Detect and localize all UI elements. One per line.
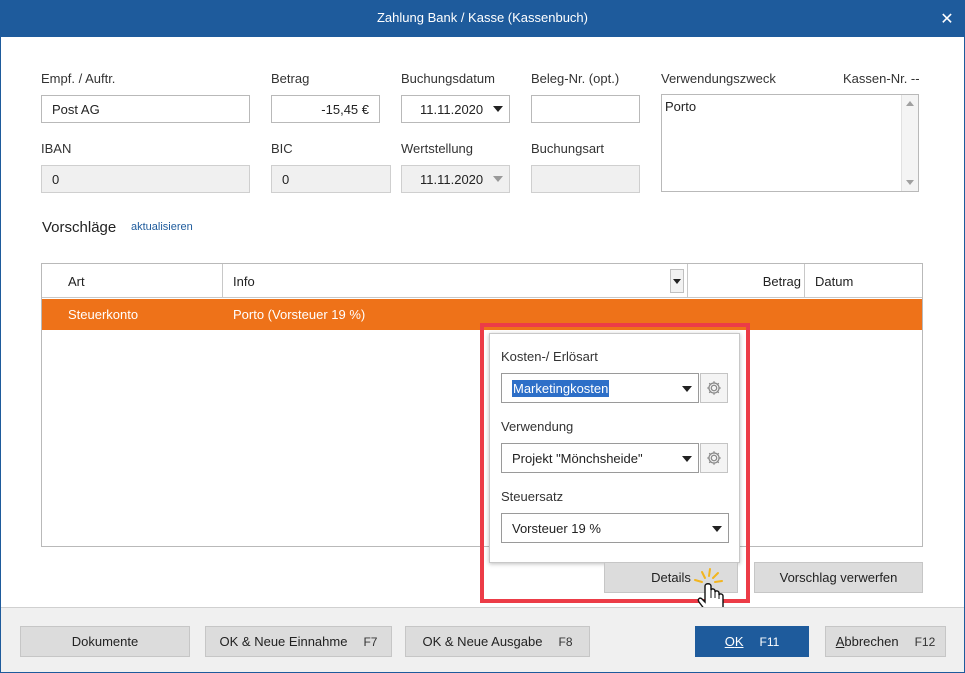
ok-neue-einnahme-label: OK & Neue Einnahme (219, 634, 348, 649)
abbrechen-button[interactable]: Abbrechen F12 (825, 626, 946, 657)
iban-field: 0 (41, 165, 250, 193)
row-info: Porto (Vorsteuer 19 %) (233, 307, 366, 322)
abbrechen-label-rest: bbrechen (844, 634, 899, 649)
kosten-value: Marketingkosten (512, 379, 610, 397)
gear-icon[interactable] (700, 373, 728, 403)
wertstellung-label: Wertstellung (401, 141, 474, 156)
ok-neue-einnahme-button[interactable]: OK & Neue Einnahme F7 (205, 626, 392, 657)
betrag-label: Betrag (271, 71, 310, 86)
row-art: Steuerkonto (68, 307, 139, 322)
buchungsdatum-field[interactable]: 11.11.2020 (401, 95, 510, 123)
chevron-down-icon (493, 176, 503, 182)
buchungsart-field (531, 165, 640, 193)
f12-shortcut: F12 (914, 634, 936, 649)
betrag-value: -15,45 € (321, 101, 369, 117)
table-row[interactable]: Steuerkonto Porto (Vorsteuer 19 %) (42, 299, 922, 330)
ok-label: OK (725, 634, 744, 649)
verwendungszweck-label: Verwendungszweck (661, 71, 776, 86)
f7-shortcut: F7 (363, 634, 378, 649)
title-bar: Zahlung Bank / Kasse (Kassenbuch) ✕ (0, 0, 965, 37)
kosten-label: Kosten-/ Erlösart (501, 349, 598, 364)
verwendung-value: Projekt "Mönchsheide" (512, 450, 643, 466)
ok-mnemonic: O (724, 634, 735, 649)
details-popup: Kosten-/ Erlösart Marketingkosten Verwen… (489, 333, 740, 563)
f11-shortcut: F11 (759, 634, 780, 649)
ok-neue-ausgabe-label: OK & Neue Ausgabe (422, 634, 543, 649)
bic-value: 0 (282, 171, 290, 187)
vorschlaege-table: Art Info Betrag Datum Steuerkonto Porto … (41, 263, 923, 547)
gear-icon[interactable] (700, 443, 728, 473)
close-icon[interactable]: ✕ (929, 0, 965, 37)
steuersatz-select[interactable]: Vorsteuer 19 % (501, 513, 729, 543)
iban-value: 0 (52, 171, 60, 187)
column-header-datum[interactable]: Datum (804, 264, 922, 298)
kosten-select[interactable]: Marketingkosten (501, 373, 699, 403)
window-title: Zahlung Bank / Kasse (Kassenbuch) (376, 10, 588, 25)
column-header-betrag[interactable]: Betrag (687, 264, 802, 298)
iban-label: IBAN (41, 141, 72, 156)
vorschlaege-title: Vorschläge (42, 219, 117, 236)
beleg-label: Beleg-Nr. (opt.) (531, 71, 620, 86)
buchungsdatum-label: Buchungsdatum (401, 71, 495, 86)
aktualisieren-link[interactable]: aktualisieren (131, 221, 193, 233)
chevron-down-icon[interactable] (493, 106, 503, 112)
wertstellung-value: 11.11.2020 (420, 171, 484, 187)
table-header: Art Info Betrag Datum (42, 264, 922, 298)
dokumente-button[interactable]: Dokumente (20, 626, 190, 657)
empf-field[interactable]: Post AG (41, 95, 250, 123)
steuersatz-label: Steuersatz (501, 489, 564, 504)
verwendungszweck-field[interactable]: Porto (661, 94, 919, 192)
abbrechen-label: Abbrechen (836, 634, 899, 649)
betrag-field[interactable]: -15,45 € (271, 95, 380, 123)
empf-label: Empf. / Auftr. (41, 71, 116, 86)
scroll-down-icon[interactable] (906, 180, 914, 185)
column-header-info[interactable]: Info (222, 264, 687, 298)
column-header-art[interactable]: Art (68, 264, 85, 298)
vorschlag-verwerfen-button[interactable]: Vorschlag verwerfen (754, 562, 923, 593)
beleg-field[interactable] (531, 95, 640, 123)
verwendung-label: Verwendung (501, 419, 574, 434)
ok-button[interactable]: OK F11 (695, 626, 809, 657)
steuersatz-value: Vorsteuer 19 % (512, 520, 601, 536)
wertstellung-field: 11.11.2020 (401, 165, 510, 193)
ok-neue-ausgabe-button[interactable]: OK & Neue Ausgabe F8 (405, 626, 590, 657)
chevron-down-icon[interactable] (682, 456, 692, 462)
buchungsart-label: Buchungsart (531, 141, 604, 156)
textarea-scrollbar[interactable] (901, 95, 918, 191)
verwendung-select[interactable]: Projekt "Mönchsheide" (501, 443, 699, 473)
f8-shortcut: F8 (558, 634, 573, 649)
chevron-down-icon (673, 278, 681, 284)
chevron-down-icon[interactable] (682, 386, 692, 392)
column-filter-button[interactable] (670, 269, 684, 293)
kassen-nr-label: Kassen-Nr. -- (843, 71, 920, 86)
verwendungszweck-value: Porto (665, 99, 697, 114)
empf-value: Post AG (52, 101, 100, 117)
ok-label-rest: K (734, 634, 744, 649)
scroll-up-icon[interactable] (906, 101, 914, 106)
buchungsdatum-value: 11.11.2020 (420, 101, 484, 117)
bic-field: 0 (271, 165, 391, 193)
bic-label: BIC (271, 141, 293, 156)
chevron-down-icon[interactable] (712, 526, 722, 532)
